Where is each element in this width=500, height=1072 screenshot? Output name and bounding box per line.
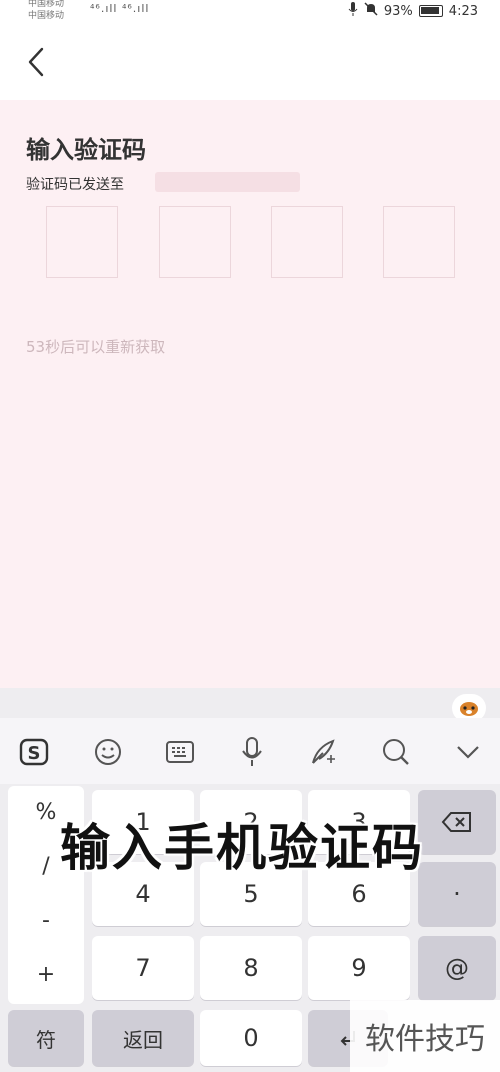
key-plus[interactable]: + [8,948,84,1000]
svg-text:S: S [28,743,41,764]
status-bar: 中国移动 中国移动 ⁴⁶.ıll ⁴⁶.ıll 93% 4:23 [0,0,500,24]
back-button[interactable] [22,46,50,78]
return-key[interactable]: 返回 [92,1010,194,1066]
verification-panel: 输入验证码 验证码已发送至 53秒后可以重新获取 [0,100,500,688]
watermark: 软件技巧 [350,1000,500,1072]
mute-icon [364,2,378,20]
backspace-icon [441,812,471,832]
code-digit-box-1[interactable] [46,206,118,278]
microphone-icon[interactable] [234,734,270,770]
masked-phone-number [155,172,300,192]
carrier-2: 中国移动 [28,11,65,21]
sent-to-label: 验证码已发送至 [26,177,124,193]
keyboard-toolbar: S [0,718,500,784]
microphone-status-icon [348,2,358,20]
header [0,24,500,100]
key-7[interactable]: 7 [92,936,194,1000]
status-right: 93% 4:23 [348,2,478,20]
key-dot[interactable]: · [418,862,496,926]
search-icon[interactable] [378,734,414,770]
resend-countdown: 53秒后可以重新获取 [26,338,166,356]
carrier-info: 中国移动 中国移动 [28,0,64,22]
signal-indicators: ⁴⁶.ıll ⁴⁶.ıll [90,2,150,15]
key-0[interactable]: 0 [200,1010,302,1066]
sogou-logo-icon[interactable]: S [16,734,52,770]
chevron-left-icon [28,47,44,77]
code-digit-box-3[interactable] [271,206,343,278]
handwriting-icon[interactable] [306,734,342,770]
clock: 4:23 [448,3,478,19]
emoji-icon[interactable] [90,734,126,770]
collapse-chevron-icon[interactable] [450,734,486,770]
backspace-button[interactable] [418,790,496,854]
carrier-1: 中国移动 [28,0,65,9]
battery-percent: 93% [383,3,413,19]
caption-overlay: 输入手机验证码 [60,819,424,877]
key-at[interactable]: @ [418,936,496,1000]
keyboard-icon[interactable] [162,734,198,770]
key-minus[interactable]: - [8,894,84,946]
symbols-key[interactable]: 符 [8,1010,84,1066]
key-8[interactable]: 8 [200,936,302,1000]
code-digit-box-4[interactable] [383,206,455,278]
key-9[interactable]: 9 [308,936,410,1000]
code-digit-box-2[interactable] [159,206,231,278]
page-title: 输入验证码 [26,136,146,164]
battery-icon [418,5,443,17]
